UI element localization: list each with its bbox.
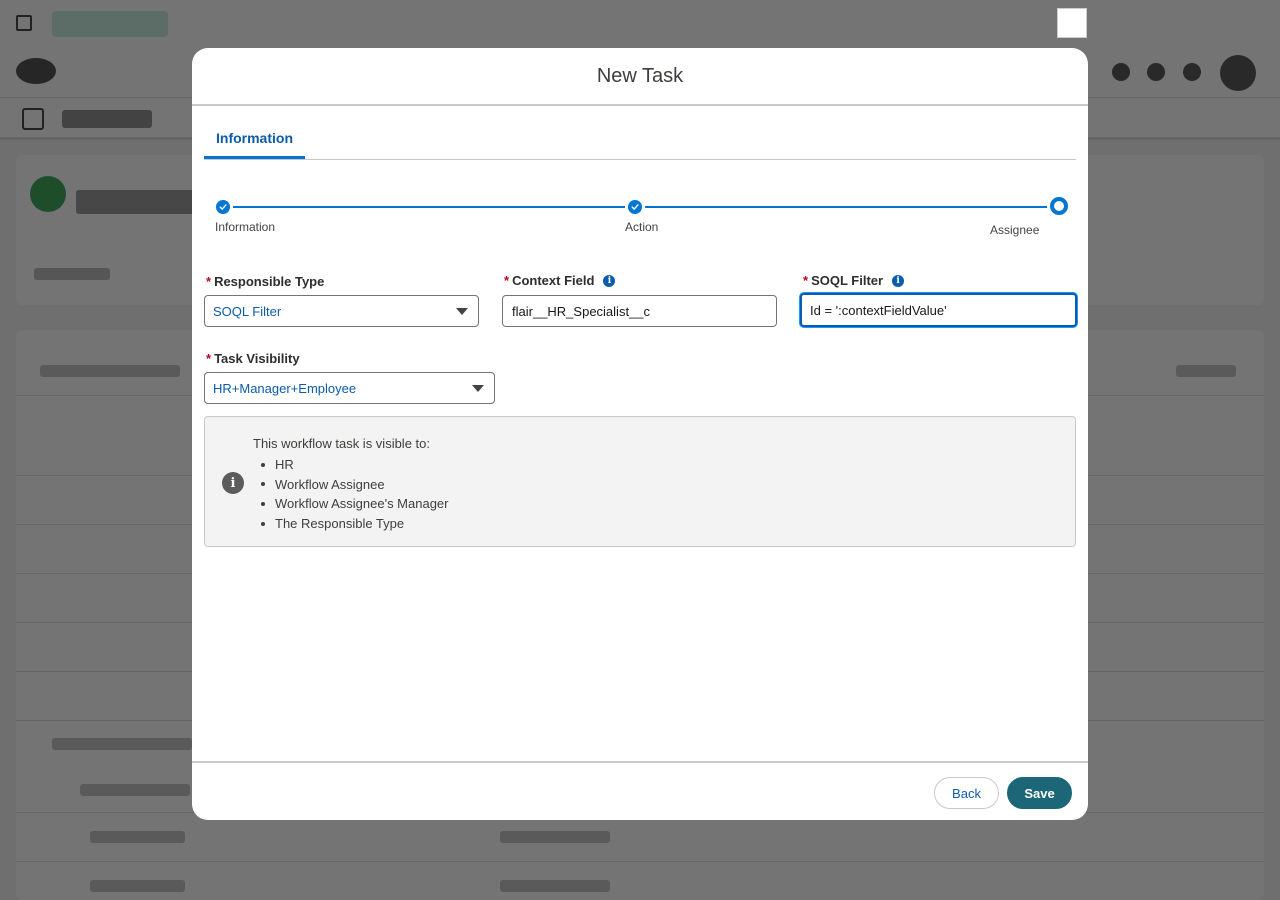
- info-icon: i: [222, 472, 244, 494]
- step-label-action: Action: [625, 220, 659, 234]
- back-button[interactable]: Back: [934, 777, 999, 809]
- step-current-icon[interactable]: [1050, 197, 1068, 215]
- task-visibility-value: HR+Manager+Employee: [213, 381, 357, 396]
- background-square-widget: [1057, 8, 1087, 38]
- tab-information[interactable]: Information: [204, 120, 305, 159]
- required-marker: *: [206, 274, 212, 289]
- step-label-information: Information: [215, 220, 276, 234]
- context-field-input[interactable]: [502, 295, 777, 327]
- list-item: The Responsible Type: [261, 514, 449, 534]
- modal-header: New Task: [192, 48, 1088, 106]
- checkmark-icon: [219, 204, 227, 210]
- tab-bar: Information: [204, 120, 1076, 160]
- info-icon[interactable]: i: [892, 274, 905, 287]
- soql-filter-input[interactable]: [800, 293, 1077, 327]
- task-visibility-select[interactable]: HR+Manager+Employee: [204, 372, 495, 404]
- step-label-assignee: Assignee: [990, 223, 1040, 237]
- responsible-type-value: SOQL Filter: [213, 304, 282, 319]
- context-field-label-text: Context Field: [512, 273, 595, 288]
- context-field-label: * Context Field i: [504, 273, 616, 288]
- responsible-type-label-text: Responsible Type: [214, 274, 325, 289]
- task-visibility-label-text: Task Visibility: [214, 351, 300, 366]
- visibility-info-heading: This workflow task is visible to:: [253, 436, 430, 451]
- visibility-info-panel: i This workflow task is visible to: HR W…: [204, 416, 1076, 547]
- checkmark-icon: [631, 204, 639, 210]
- new-task-modal: New Task Information Information Action …: [192, 48, 1088, 820]
- required-marker: *: [206, 351, 212, 366]
- required-marker: *: [803, 273, 809, 288]
- info-icon[interactable]: i: [603, 274, 616, 287]
- soql-filter-label-text: SOQL Filter: [811, 273, 884, 288]
- progress-indicator: Information Action Assignee: [204, 197, 1076, 238]
- chevron-down-icon: [456, 308, 468, 315]
- modal-title: New Task: [596, 64, 684, 87]
- modal-footer: Back Save: [192, 761, 1088, 820]
- list-item: HR: [261, 455, 449, 475]
- required-marker: *: [504, 273, 510, 288]
- list-item: Workflow Assignee's Manager: [261, 494, 449, 514]
- soql-filter-label: * SOQL Filter i: [803, 273, 905, 288]
- save-button[interactable]: Save: [1007, 777, 1072, 809]
- step-complete-icon[interactable]: [216, 200, 230, 214]
- responsible-type-select[interactable]: SOQL Filter: [204, 295, 479, 327]
- step-complete-icon[interactable]: [628, 200, 642, 214]
- list-item: Workflow Assignee: [261, 475, 449, 495]
- task-visibility-label: * Task Visibility: [206, 351, 300, 366]
- chevron-down-icon: [472, 385, 484, 392]
- visibility-info-list: HR Workflow Assignee Workflow Assignee's…: [261, 455, 449, 533]
- responsible-type-label: * Responsible Type: [206, 274, 324, 289]
